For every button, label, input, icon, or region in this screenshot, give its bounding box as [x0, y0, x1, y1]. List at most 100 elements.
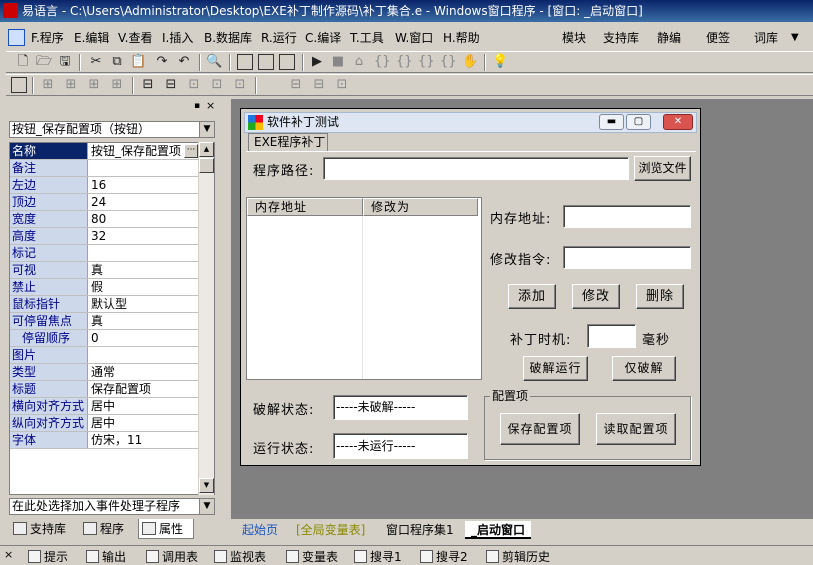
minimize-icon[interactable]: ▬ — [599, 114, 624, 130]
align-top-icon[interactable]: ⊞ — [109, 77, 125, 93]
modify-command-input[interactable] — [563, 246, 691, 269]
scroll-down-icon[interactable]: ▼ — [199, 478, 214, 493]
property-row[interactable]: 宽度 80 — [10, 211, 199, 228]
panel-pin-icon[interactable]: ▪ — [194, 101, 200, 111]
patch-time-input[interactable] — [587, 324, 636, 348]
open-folder-icon[interactable]: 🗁 — [36, 54, 52, 70]
layout-1-icon[interactable] — [237, 54, 253, 70]
crack-run-button[interactable]: 破解运行 — [523, 356, 588, 381]
menu-support-lib[interactable]: 支持库 — [603, 26, 639, 50]
property-value[interactable]: 0 — [90, 330, 199, 346]
property-scrollbar[interactable]: ▲ ▼ — [198, 142, 214, 495]
property-value[interactable]: 16 — [90, 177, 199, 193]
chevron-down-icon[interactable]: ▼ — [199, 499, 214, 514]
layout-2-icon[interactable] — [258, 54, 274, 70]
center-vertical-icon[interactable]: ⊟ — [163, 77, 179, 93]
property-value[interactable]: 假 — [90, 279, 199, 295]
debug-step-icon[interactable]: ⌂ — [351, 54, 367, 70]
align-right-icon[interactable]: ⊞ — [86, 77, 102, 93]
close-icon[interactable]: × — [4, 548, 13, 561]
menu-tools[interactable]: T.工具 — [350, 26, 384, 50]
menu-static-compile[interactable]: 静编 — [657, 26, 681, 50]
property-row[interactable]: 鼠标指针 默认型 — [10, 296, 199, 313]
memory-address-input[interactable] — [563, 205, 691, 228]
find-icon[interactable]: 🔍 — [206, 54, 222, 70]
browse-file-button[interactable]: 浏览文件 — [634, 156, 691, 181]
center-horizontal-icon[interactable]: ⊟ — [140, 77, 156, 93]
property-row[interactable]: 字体 仿宋，11 — [10, 432, 199, 449]
menu-database[interactable]: B.数据库 — [204, 26, 252, 50]
add-button[interactable]: 添加 — [508, 284, 556, 309]
event-select[interactable]: 在此处选择加入事件处理子程序 ▼ — [9, 498, 215, 515]
menu-help[interactable]: H.帮助 — [443, 26, 480, 50]
menu-window[interactable]: W.窗口 — [395, 26, 433, 50]
modify-button[interactable]: 修改 — [572, 284, 620, 309]
property-row[interactable]: 顶边 24 — [10, 194, 199, 211]
property-row[interactable]: 图片 — [10, 347, 199, 364]
menu-run[interactable]: R.运行 — [261, 26, 297, 50]
property-row[interactable]: 备注 — [10, 160, 199, 177]
new-file-icon[interactable]: 🗋 — [15, 54, 31, 70]
property-row[interactable]: 禁止假 — [10, 279, 199, 296]
menu-notes[interactable]: 便签 — [706, 26, 730, 50]
property-row[interactable]: 可停留焦点真 — [10, 313, 199, 330]
layout-3-icon[interactable] — [279, 54, 295, 70]
property-value[interactable]: 按钮_保存配置项 — [90, 143, 199, 159]
undo-icon[interactable]: ↶ — [176, 54, 192, 70]
property-row[interactable]: 名称 按钮_保存配置项 ··· — [10, 143, 199, 160]
copy-icon[interactable]: ⧉ — [109, 54, 125, 70]
menu-dictionary[interactable]: 词库 — [754, 26, 778, 50]
tab-support-lib[interactable]: 支持库 — [10, 519, 66, 539]
patch-list[interactable]: 内存地址 修改为 — [246, 197, 482, 380]
redo-icon[interactable]: ↷ — [154, 54, 170, 70]
menu-insert[interactable]: I.插入 — [162, 26, 193, 50]
tab-exe-patch[interactable]: EXE程序补丁 — [248, 133, 328, 152]
tab-program[interactable]: 程序 — [80, 519, 124, 539]
hand-icon[interactable]: ✋ — [462, 54, 478, 70]
cut-icon[interactable]: ✂ — [88, 54, 104, 70]
read-config-button[interactable]: 读取配置项 — [596, 413, 676, 445]
menu-edit[interactable]: E.编辑 — [74, 26, 109, 50]
step-into-icon[interactable]: {} — [374, 54, 391, 70]
property-value[interactable]: 默认型 — [90, 296, 199, 312]
property-value[interactable]: 24 — [90, 194, 199, 210]
property-value[interactable]: 真 — [90, 313, 199, 329]
property-row[interactable]: 横向对齐方式 居中 — [10, 398, 199, 415]
tab-start-page[interactable]: 起始页 — [236, 521, 284, 539]
same-height-icon[interactable]: ⊡ — [209, 77, 225, 93]
property-value[interactable]: 80 — [90, 211, 199, 227]
property-value[interactable]: 通常 — [90, 364, 199, 380]
align-center-icon[interactable]: ⊞ — [63, 77, 79, 93]
property-row[interactable]: 标记 — [10, 245, 199, 262]
ellipsis-button[interactable]: ··· — [184, 144, 198, 158]
step-over-icon[interactable]: {} — [396, 54, 413, 70]
property-row[interactable]: 高度 32 — [10, 228, 199, 245]
menu-module[interactable]: 模块 — [562, 26, 586, 50]
property-row[interactable]: 标题 保存配置项 — [10, 381, 199, 398]
space-horizontal-icon[interactable]: ⊟ — [288, 77, 304, 93]
property-value[interactable]: 32 — [90, 228, 199, 244]
property-value[interactable]: 居中 — [90, 398, 199, 414]
paste-icon[interactable]: 📋 — [130, 54, 146, 70]
stop-icon[interactable]: ■ — [330, 54, 346, 70]
tab-global-vars[interactable]: [全局变量表] — [290, 521, 371, 539]
menu-compile[interactable]: C.编译 — [305, 26, 341, 50]
maximize-icon[interactable]: ▢ — [626, 114, 651, 130]
same-size-icon[interactable]: ⊡ — [232, 77, 248, 93]
close-icon[interactable]: ✕ — [663, 114, 693, 130]
app-menu-icon[interactable] — [8, 29, 25, 46]
property-row[interactable]: 纵向对齐方式 居中 — [10, 415, 199, 432]
save-config-button[interactable]: 保存配置项 — [500, 413, 580, 445]
run-icon[interactable]: ▶ — [309, 54, 325, 70]
delete-button[interactable]: 删除 — [636, 284, 684, 309]
step-out-icon[interactable]: {} — [418, 54, 435, 70]
property-value[interactable]: 仿宋，11 — [90, 432, 199, 448]
scroll-thumb[interactable] — [199, 158, 214, 173]
program-path-input[interactable] — [323, 157, 629, 180]
save-icon[interactable]: 🖫 — [57, 54, 73, 70]
scroll-up-icon[interactable]: ▲ — [199, 142, 214, 157]
tab-window-program-set[interactable]: 窗口程序集1 — [380, 521, 460, 539]
property-value[interactable] — [90, 245, 199, 261]
form-icon[interactable] — [11, 77, 27, 93]
property-value[interactable] — [90, 347, 199, 363]
